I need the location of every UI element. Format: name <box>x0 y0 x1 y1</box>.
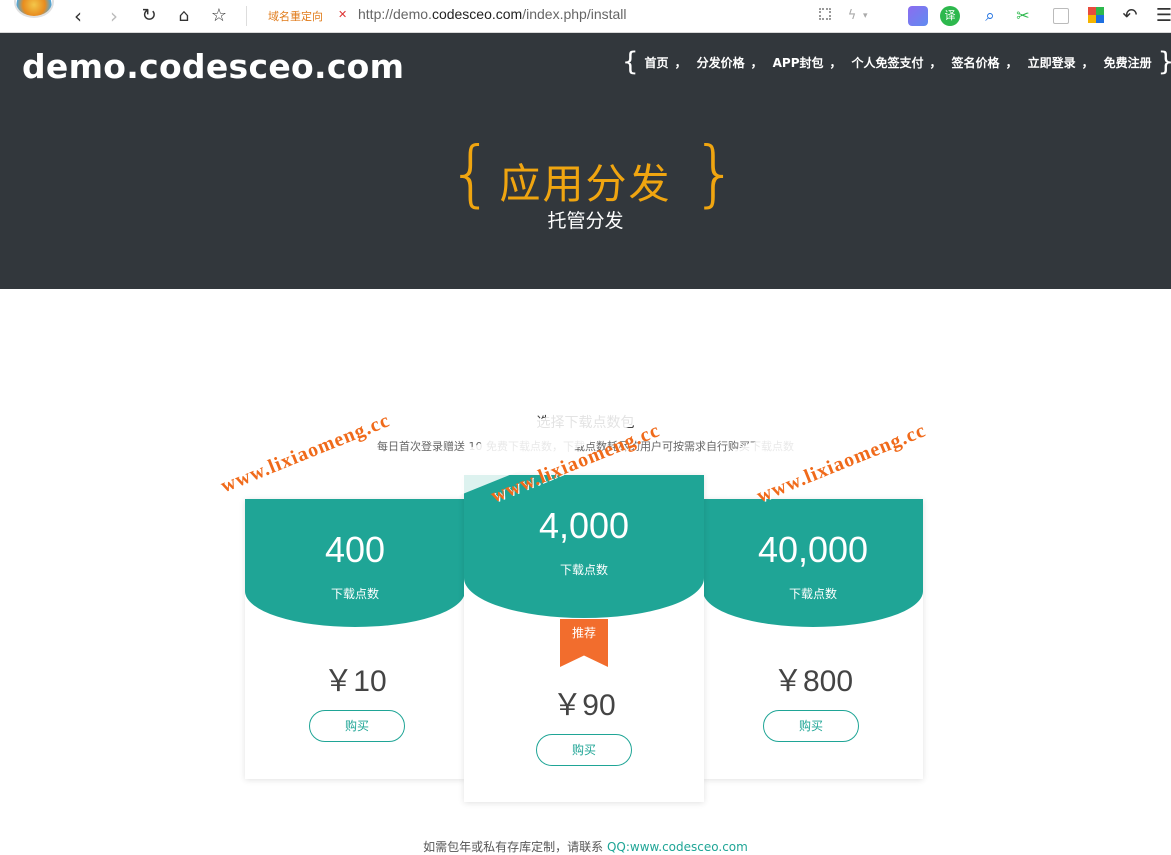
plan-points-label: 下载点数 <box>788 587 837 601</box>
apps-icon[interactable] <box>1088 7 1104 23</box>
screenshot-icon[interactable] <box>1053 8 1069 24</box>
toolbar-divider <box>246 6 247 26</box>
address-bar[interactable]: http://demo.codesceo.com/index.php/insta… <box>358 6 627 22</box>
back-icon[interactable]: ‹ <box>66 4 90 28</box>
plan-price: ￥90 <box>552 689 616 722</box>
hero-section: demo.codesceo.com { 首页 ， 分发价格 ， APP封包 ， 个人免… <box>0 33 1171 289</box>
extension-icon[interactable] <box>908 6 928 26</box>
nav-item-app-packaging[interactable]: APP封包 <box>773 54 824 71</box>
site-title[interactable]: demo.codesceo.com <box>22 47 404 86</box>
hero-subtitle: 托管分发 <box>547 210 624 232</box>
nav-separator: ， <box>829 55 842 70</box>
hero-brace-close: } <box>692 131 738 215</box>
chevron-down-icon[interactable]: ▾ <box>863 6 883 26</box>
footer-text: 如需包年或私有存库定制，请联系 <box>423 840 607 854</box>
nav-item-payment[interactable]: 个人免签支付 <box>852 54 924 71</box>
redirect-label: 域名重定向 <box>268 10 323 23</box>
nav-item-login[interactable]: 立即登录 <box>1028 54 1076 71</box>
footer-link[interactable]: QQ:www.codesceo.com <box>607 840 748 854</box>
plan-card-featured: 4,000 下载点数 推荐 ￥90 购买 <box>464 475 704 802</box>
recommended-badge: 推荐 <box>560 619 608 667</box>
browser-toolbar: ‹ › ↻ ⌂ ☆ 域名重定向 ✕ http://demo.codesceo.c… <box>0 0 1171 33</box>
top-navigation: { 首页 ， 分发价格 ， APP封包 ， 个人免签支付 ， 签名价格 ， 立即登录 ， 免… <box>622 47 1171 77</box>
plan-points: 400 <box>324 529 386 570</box>
qr-icon[interactable] <box>819 8 831 20</box>
nav-brace-close: } <box>1158 47 1171 77</box>
plan-card: 40,000 下载点数 ￥800 购买 <box>703 499 923 779</box>
plan-price: ￥10 <box>323 665 387 698</box>
plan-points: 4,000 <box>538 505 630 546</box>
browser-logo-icon[interactable] <box>14 0 54 18</box>
nav-separator: ， <box>929 55 942 70</box>
nav-item-register[interactable]: 免费注册 <box>1104 54 1152 71</box>
undo-icon[interactable]: ↶ <box>1120 6 1140 26</box>
url-host: codesceo.com <box>431 6 523 22</box>
plan-points-label: 下载点数 <box>559 563 608 577</box>
nav-separator: ， <box>674 55 687 70</box>
reload-icon[interactable]: ↻ <box>137 4 161 28</box>
nav-brace-open: { <box>622 47 639 77</box>
buy-button[interactable]: 购买 <box>309 710 405 742</box>
nav-item-home[interactable]: 首页 <box>645 54 669 71</box>
star-icon[interactable]: ☆ <box>207 4 231 28</box>
plan-price: ￥800 <box>772 665 854 698</box>
nav-separator: ， <box>1005 55 1018 70</box>
menu-icon[interactable]: ☰ <box>1154 6 1171 26</box>
url-prefix: http://demo. <box>358 6 432 22</box>
forward-icon[interactable]: › <box>102 4 126 28</box>
home-icon[interactable]: ⌂ <box>172 4 196 28</box>
nav-item-signature-price[interactable]: 签名价格 <box>952 54 1000 71</box>
hero-title: 应用分发 <box>499 160 672 208</box>
translate-icon[interactable]: 译 <box>940 6 960 26</box>
plan-card: 400 下载点数 ￥10 购买 <box>245 499 465 779</box>
nav-separator: ， <box>750 55 763 70</box>
nav-separator: ， <box>1081 55 1094 70</box>
buy-button[interactable]: 购买 <box>536 734 632 766</box>
insecure-page-icon[interactable]: ✕ <box>338 8 352 24</box>
nav-item-distribution-price[interactable]: 分发价格 <box>697 54 745 71</box>
footer-contact: 如需包年或私有存库定制，请联系 QQ:www.codesceo.com <box>0 838 1171 855</box>
buy-button[interactable]: 购买 <box>763 710 859 742</box>
plan-points: 40,000 <box>757 529 869 570</box>
plan-points-label: 下载点数 <box>330 587 379 601</box>
scissors-icon[interactable]: ✂ <box>1013 6 1033 26</box>
bolt-icon[interactable]: ϟ <box>842 6 862 26</box>
url-path: /index.php/install <box>522 6 627 22</box>
search-icon[interactable]: ⌕ <box>980 6 1000 26</box>
